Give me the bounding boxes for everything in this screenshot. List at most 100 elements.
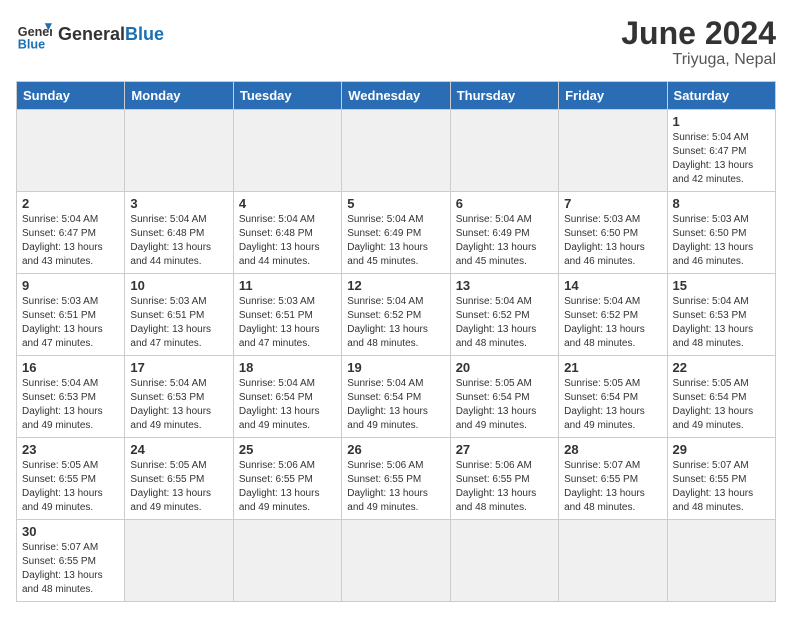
calendar-cell: 2 Sunrise: 5:04 AM Sunset: 6:47 PM Daylig… (17, 192, 125, 274)
day-number: 6 (456, 196, 553, 211)
day-info: Sunrise: 5:04 AM Sunset: 6:54 PM Dayligh… (347, 377, 444, 433)
weekday-header-monday: Monday (125, 82, 233, 110)
calendar-cell: 25Sunrise: 5:06 AM Sunset: 6:55 PM Dayli… (233, 438, 341, 520)
day-number: 30 (22, 524, 119, 539)
calendar-cell (17, 110, 125, 192)
calendar-cell (342, 520, 450, 602)
day-info: Sunrise: 5:04 AM Sunset: 6:52 PM Dayligh… (456, 295, 553, 351)
day-info: Sunrise: 5:03 AM Sunset: 6:51 PM Dayligh… (130, 295, 227, 351)
weekday-header-saturday: Saturday (667, 82, 775, 110)
day-number: 13 (456, 278, 553, 293)
day-info: Sunrise: 5:04 AM Sunset: 6:47 PM Dayligh… (22, 213, 119, 269)
day-number: 3 (130, 196, 227, 211)
day-number: 18 (239, 360, 336, 375)
day-info: Sunrise: 5:05 AM Sunset: 6:55 PM Dayligh… (130, 459, 227, 515)
day-info: Sunrise: 5:03 AM Sunset: 6:50 PM Dayligh… (564, 213, 661, 269)
day-info: Sunrise: 5:03 AM Sunset: 6:50 PM Dayligh… (673, 213, 770, 269)
day-info: Sunrise: 5:04 AM Sunset: 6:48 PM Dayligh… (239, 213, 336, 269)
svg-text:Blue: Blue (18, 37, 45, 51)
week-row-6: 30 Sunrise: 5:07 AM Sunset: 6:55 PM Dayli… (17, 520, 776, 602)
calendar-cell: 17Sunrise: 5:04 AM Sunset: 6:53 PM Dayli… (125, 356, 233, 438)
day-number: 8 (673, 196, 770, 211)
day-number: 12 (347, 278, 444, 293)
day-number: 29 (673, 442, 770, 457)
calendar-cell (342, 110, 450, 192)
day-info: Sunrise: 5:06 AM Sunset: 6:55 PM Dayligh… (456, 459, 553, 515)
day-info: Sunrise: 5:07 AM Sunset: 6:55 PM Dayligh… (564, 459, 661, 515)
calendar-cell (125, 110, 233, 192)
week-row-4: 16Sunrise: 5:04 AM Sunset: 6:53 PM Dayli… (17, 356, 776, 438)
logo-icon: General Blue (16, 16, 52, 52)
week-row-5: 23Sunrise: 5:05 AM Sunset: 6:55 PM Dayli… (17, 438, 776, 520)
calendar-cell: 19Sunrise: 5:04 AM Sunset: 6:54 PM Dayli… (342, 356, 450, 438)
week-row-2: 2 Sunrise: 5:04 AM Sunset: 6:47 PM Daylig… (17, 192, 776, 274)
day-info: Sunrise: 5:04 AM Sunset: 6:48 PM Dayligh… (130, 213, 227, 269)
day-number: 25 (239, 442, 336, 457)
calendar-cell: 14 Sunrise: 5:04 AM Sunset: 6:52 PM Dayli… (559, 274, 667, 356)
calendar-cell: 24Sunrise: 5:05 AM Sunset: 6:55 PM Dayli… (125, 438, 233, 520)
calendar-cell: 9Sunrise: 5:03 AM Sunset: 6:51 PM Daylig… (17, 274, 125, 356)
calendar-cell: 10 Sunrise: 5:03 AM Sunset: 6:51 PM Dayli… (125, 274, 233, 356)
calendar-cell (233, 110, 341, 192)
logo: General Blue GeneralBlue (16, 16, 164, 52)
day-number: 4 (239, 196, 336, 211)
week-row-3: 9Sunrise: 5:03 AM Sunset: 6:51 PM Daylig… (17, 274, 776, 356)
day-info: Sunrise: 5:05 AM Sunset: 6:54 PM Dayligh… (673, 377, 770, 433)
day-info: Sunrise: 5:04 AM Sunset: 6:53 PM Dayligh… (673, 295, 770, 351)
day-info: Sunrise: 5:07 AM Sunset: 6:55 PM Dayligh… (673, 459, 770, 515)
calendar-cell (450, 110, 558, 192)
calendar-cell: 3 Sunrise: 5:04 AM Sunset: 6:48 PM Daylig… (125, 192, 233, 274)
day-info: Sunrise: 5:04 AM Sunset: 6:52 PM Dayligh… (347, 295, 444, 351)
location-subtitle: Triyuga, Nepal (621, 51, 776, 69)
calendar-cell: 21Sunrise: 5:05 AM Sunset: 6:54 PM Dayli… (559, 356, 667, 438)
day-number: 27 (456, 442, 553, 457)
day-info: Sunrise: 5:05 AM Sunset: 6:54 PM Dayligh… (564, 377, 661, 433)
day-number: 20 (456, 360, 553, 375)
day-number: 1 (673, 114, 770, 129)
weekday-header-friday: Friday (559, 82, 667, 110)
calendar-cell: 28Sunrise: 5:07 AM Sunset: 6:55 PM Dayli… (559, 438, 667, 520)
day-info: Sunrise: 5:03 AM Sunset: 6:51 PM Dayligh… (22, 295, 119, 351)
day-info: Sunrise: 5:04 AM Sunset: 6:53 PM Dayligh… (130, 377, 227, 433)
day-number: 5 (347, 196, 444, 211)
day-number: 15 (673, 278, 770, 293)
day-info: Sunrise: 5:04 AM Sunset: 6:49 PM Dayligh… (456, 213, 553, 269)
day-number: 10 (130, 278, 227, 293)
page-header: General Blue GeneralBlue June 2024 Triyu… (16, 16, 776, 69)
calendar-cell: 1 Sunrise: 5:04 AM Sunset: 6:47 PM Daylig… (667, 110, 775, 192)
calendar-cell (667, 520, 775, 602)
calendar-table: SundayMondayTuesdayWednesdayThursdayFrid… (16, 81, 776, 602)
calendar-cell: 11 Sunrise: 5:03 AM Sunset: 6:51 PM Dayli… (233, 274, 341, 356)
calendar-cell (233, 520, 341, 602)
title-block: June 2024 Triyuga, Nepal (621, 16, 776, 69)
calendar-cell: 13 Sunrise: 5:04 AM Sunset: 6:52 PM Dayli… (450, 274, 558, 356)
calendar-cell: 26Sunrise: 5:06 AM Sunset: 6:55 PM Dayli… (342, 438, 450, 520)
logo-blue: Blue (125, 24, 164, 44)
day-info: Sunrise: 5:04 AM Sunset: 6:47 PM Dayligh… (673, 131, 770, 187)
calendar-cell: 12 Sunrise: 5:04 AM Sunset: 6:52 PM Dayli… (342, 274, 450, 356)
day-number: 11 (239, 278, 336, 293)
weekday-header-wednesday: Wednesday (342, 82, 450, 110)
weekday-header-sunday: Sunday (17, 82, 125, 110)
day-info: Sunrise: 5:04 AM Sunset: 6:53 PM Dayligh… (22, 377, 119, 433)
calendar-cell: 6 Sunrise: 5:04 AM Sunset: 6:49 PM Daylig… (450, 192, 558, 274)
day-info: Sunrise: 5:05 AM Sunset: 6:54 PM Dayligh… (456, 377, 553, 433)
calendar-cell: 18 Sunrise: 5:04 AM Sunset: 6:54 PM Dayli… (233, 356, 341, 438)
month-year-title: June 2024 (621, 16, 776, 51)
calendar-cell (125, 520, 233, 602)
calendar-cell: 23Sunrise: 5:05 AM Sunset: 6:55 PM Dayli… (17, 438, 125, 520)
day-info: Sunrise: 5:07 AM Sunset: 6:55 PM Dayligh… (22, 541, 119, 597)
calendar-cell: 29 Sunrise: 5:07 AM Sunset: 6:55 PM Dayli… (667, 438, 775, 520)
day-info: Sunrise: 5:03 AM Sunset: 6:51 PM Dayligh… (239, 295, 336, 351)
day-info: Sunrise: 5:04 AM Sunset: 6:54 PM Dayligh… (239, 377, 336, 433)
day-info: Sunrise: 5:04 AM Sunset: 6:52 PM Dayligh… (564, 295, 661, 351)
day-info: Sunrise: 5:06 AM Sunset: 6:55 PM Dayligh… (347, 459, 444, 515)
day-number: 7 (564, 196, 661, 211)
day-number: 14 (564, 278, 661, 293)
day-info: Sunrise: 5:05 AM Sunset: 6:55 PM Dayligh… (22, 459, 119, 515)
day-number: 2 (22, 196, 119, 211)
calendar-cell: 7 Sunrise: 5:03 AM Sunset: 6:50 PM Daylig… (559, 192, 667, 274)
weekday-header-row: SundayMondayTuesdayWednesdayThursdayFrid… (17, 82, 776, 110)
calendar-cell (559, 110, 667, 192)
weekday-header-tuesday: Tuesday (233, 82, 341, 110)
